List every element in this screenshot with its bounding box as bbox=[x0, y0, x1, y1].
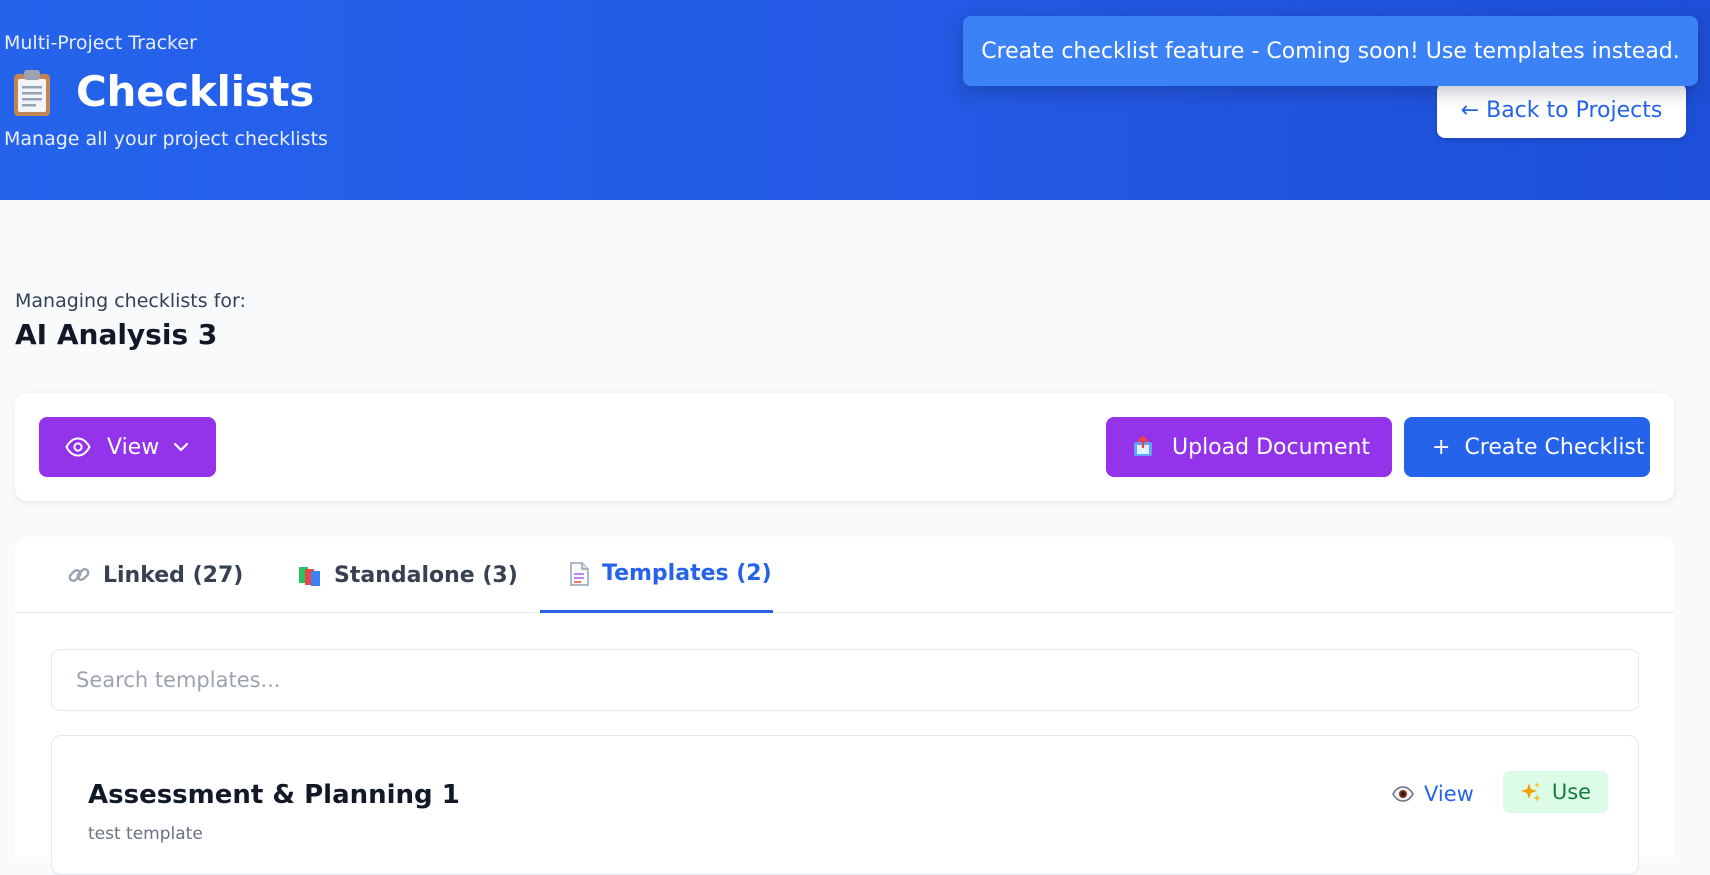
template-view-button[interactable]: View bbox=[1392, 774, 1474, 814]
create-checklist-button[interactable]: + Create Checklist bbox=[1404, 417, 1650, 477]
clipboard-icon bbox=[12, 68, 52, 116]
template-subtitle: test template bbox=[88, 824, 203, 844]
tab-label: Linked (27) bbox=[103, 562, 244, 588]
tab-label: Templates (2) bbox=[602, 561, 772, 586]
template-use-label: Use bbox=[1551, 780, 1592, 804]
tab-linked[interactable]: Linked (27) bbox=[67, 537, 243, 613]
template-use-button[interactable]: Use bbox=[1503, 771, 1608, 813]
template-card: Assessment & Planning 1 test template Vi… bbox=[51, 735, 1639, 875]
plus-icon: + bbox=[1432, 434, 1451, 460]
sparkles-icon bbox=[1520, 781, 1542, 803]
eye-icon bbox=[65, 437, 91, 457]
tab-templates[interactable]: Templates (2) bbox=[540, 537, 773, 613]
back-to-projects-button[interactable]: ← Back to Projects bbox=[1437, 83, 1686, 138]
page-subtitle: Manage all your project checklists bbox=[4, 128, 328, 150]
upload-label: Upload Document bbox=[1172, 434, 1371, 460]
create-label: Create Checklist bbox=[1464, 434, 1645, 460]
chevron-down-icon bbox=[173, 442, 189, 452]
template-view-label: View bbox=[1424, 782, 1474, 806]
view-dropdown-button[interactable]: View bbox=[39, 417, 216, 477]
search-templates-input[interactable] bbox=[51, 649, 1639, 711]
managing-label: Managing checklists for: bbox=[15, 290, 246, 312]
toast-notification: Create checklist feature - Coming soon! … bbox=[963, 16, 1698, 86]
view-label: View bbox=[107, 434, 160, 460]
page-title: Checklists bbox=[76, 67, 314, 116]
tab-bar: Linked (27) Standalone (3) Templates (2) bbox=[15, 537, 1674, 613]
template-document-icon bbox=[568, 561, 590, 586]
books-icon bbox=[298, 563, 322, 587]
link-icon bbox=[67, 563, 91, 587]
eye-icon bbox=[1392, 786, 1414, 802]
tab-standalone[interactable]: Standalone (3) bbox=[298, 537, 518, 613]
app-name: Multi-Project Tracker bbox=[4, 32, 197, 54]
toolbar: View Upload Document + Create Checklist bbox=[15, 393, 1674, 501]
upload-document-icon bbox=[1132, 436, 1154, 458]
tab-label: Standalone (3) bbox=[334, 562, 518, 588]
upload-document-button[interactable]: Upload Document bbox=[1106, 417, 1392, 477]
template-title: Assessment & Planning 1 bbox=[88, 780, 460, 810]
project-name: AI Analysis 3 bbox=[15, 318, 218, 351]
checklists-panel: Linked (27) Standalone (3) Templates (2)… bbox=[15, 537, 1674, 875]
title-row: Checklists bbox=[12, 66, 314, 118]
